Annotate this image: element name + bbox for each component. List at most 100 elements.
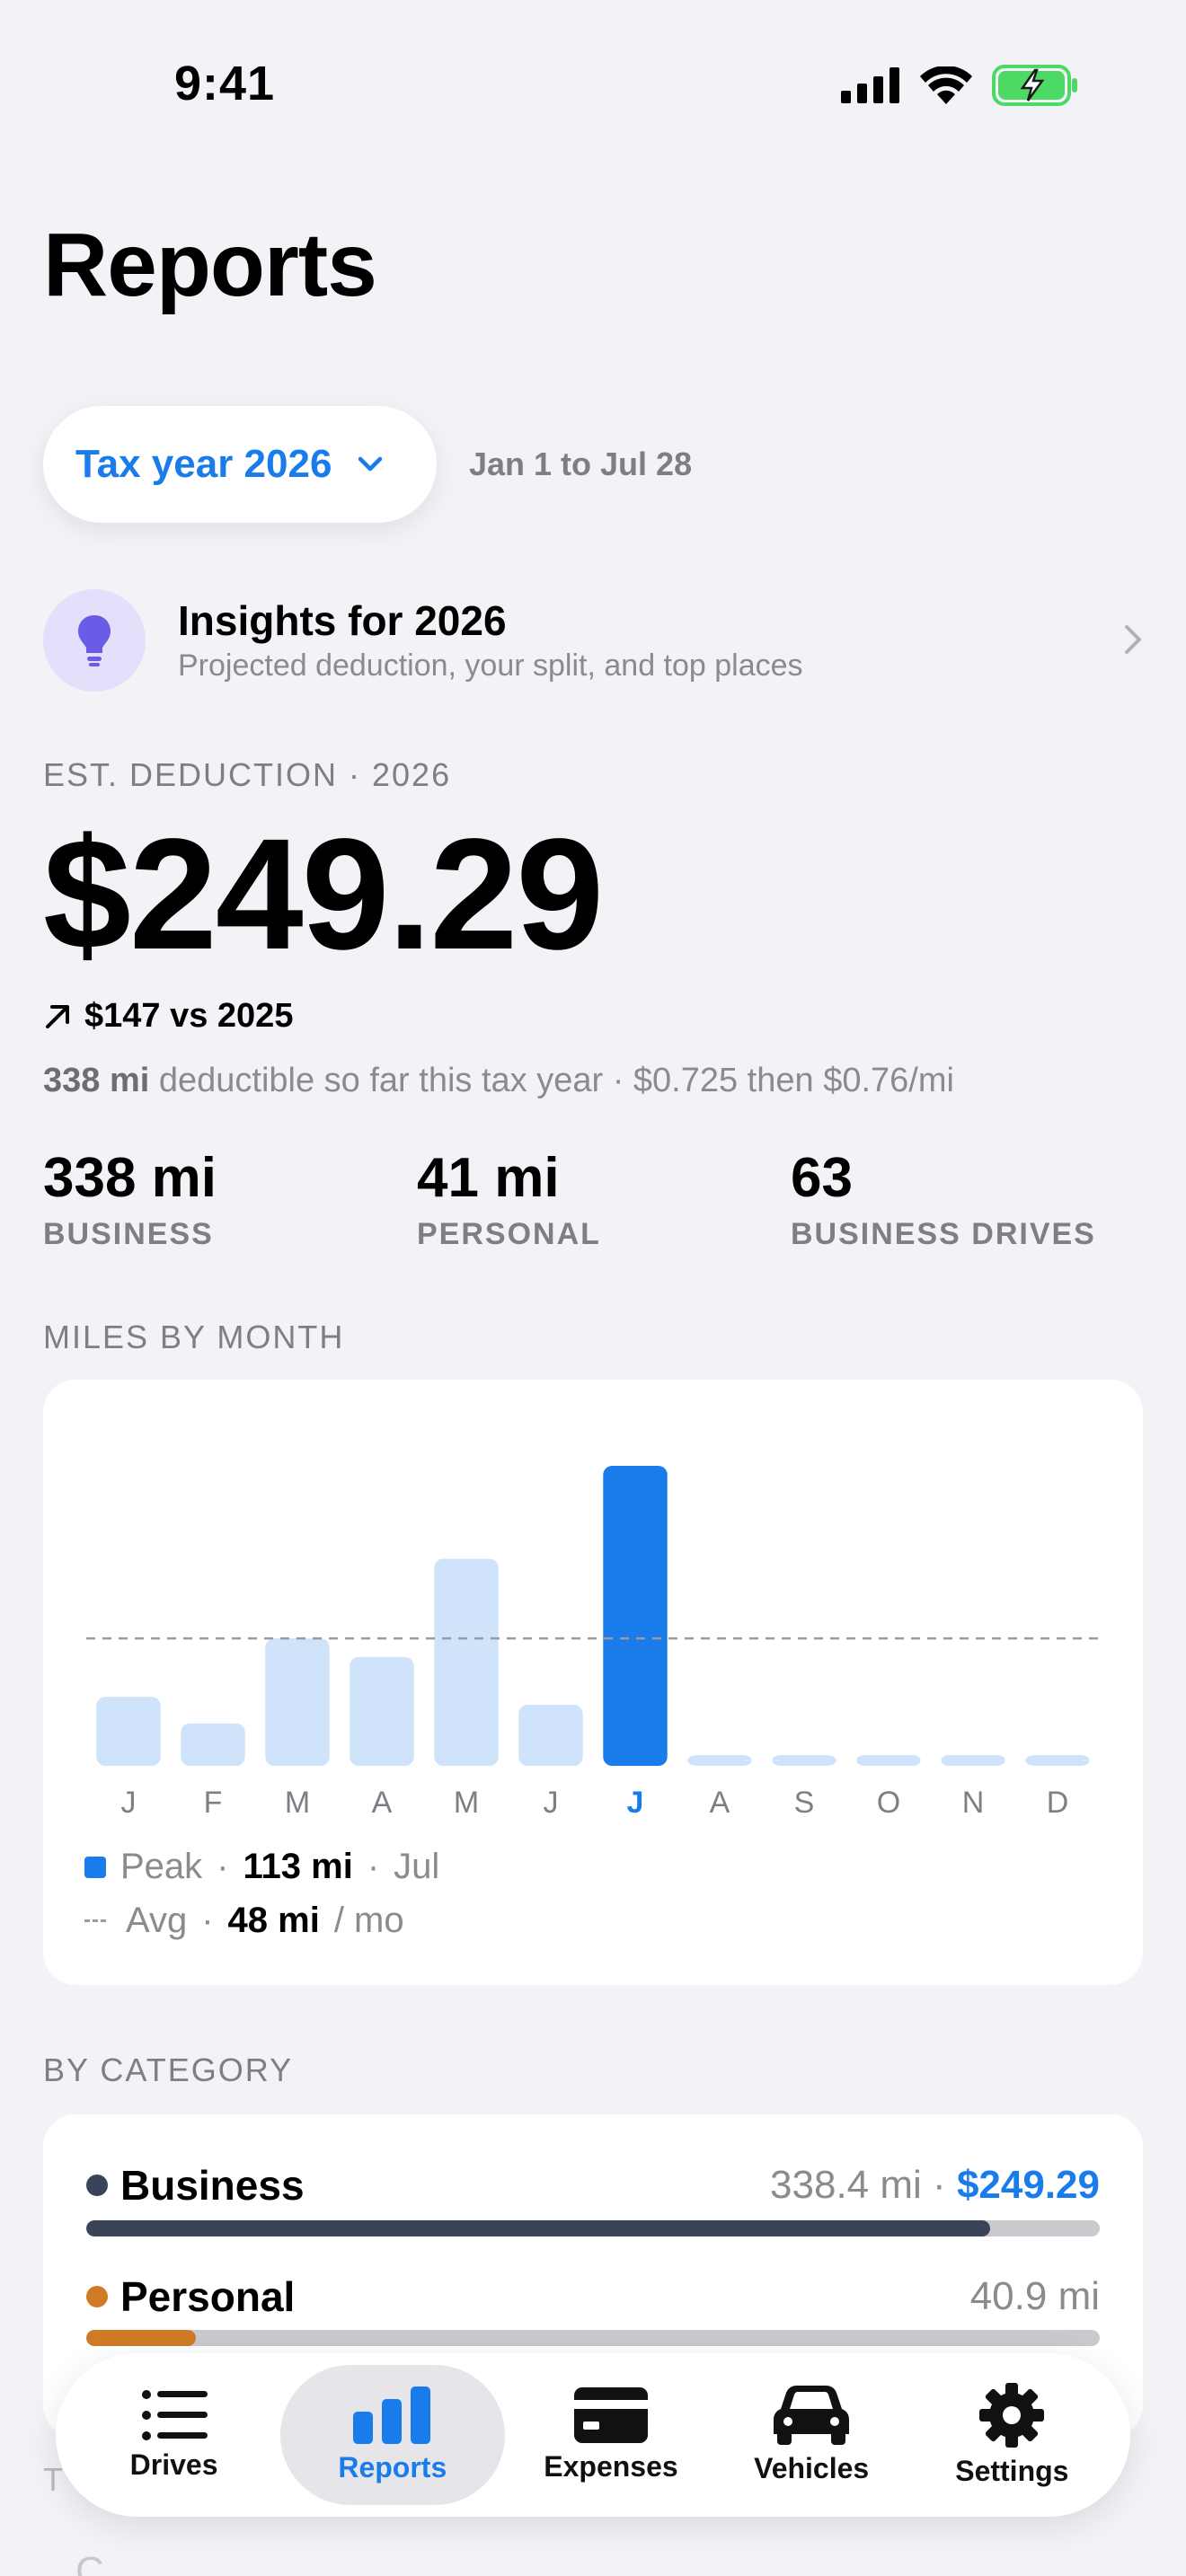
stat-value: 63: [791, 1147, 853, 1209]
deduction-section-label: EST. DEDUCTION · 2026: [43, 756, 452, 793]
legend-separator: ·: [367, 1847, 380, 1886]
category-row-personal[interactable]: Personal 40.9 mi: [86, 2272, 1100, 2321]
category-name: Personal: [86, 2272, 295, 2321]
month-bar: [603, 1466, 668, 1766]
month-tick-label: J: [121, 1786, 137, 1820]
category-value: 338.4 mi · $249.29: [770, 2163, 1100, 2208]
month-tick-label: A: [710, 1786, 730, 1820]
stat-value: 41 mi: [417, 1147, 560, 1209]
month-tick-label: O: [877, 1786, 900, 1820]
stat-business-drives: 63 BUSINESS DRIVES: [791, 1146, 1096, 1252]
month-bar: [265, 1638, 330, 1766]
battery-charging-icon: [992, 65, 1077, 106]
tab-label: Settings: [955, 2454, 1069, 2487]
category-miles: 40.9 mi: [969, 2274, 1100, 2318]
legend-avg-value: 48 mi: [227, 1901, 320, 1940]
category-section-label: BY CATEGORY: [43, 2051, 294, 2088]
category-value: 40.9 mi: [970, 2274, 1100, 2319]
legend-avg: Avg · 48 mi / mo: [84, 1901, 404, 1941]
wifi-icon: [920, 66, 972, 104]
tab-vehicles[interactable]: Vehicles: [717, 2365, 906, 2505]
bar-chart-icon: [352, 2386, 430, 2444]
tab-drives[interactable]: Drives: [80, 2365, 269, 2505]
category-label: Personal: [120, 2273, 296, 2320]
category-row-business[interactable]: Business 338.4 mi · $249.29: [86, 2161, 1100, 2210]
legend-peak: Peak · 113 mi · Jul: [84, 1847, 439, 1887]
month-bar: [687, 1755, 752, 1766]
miles-chart-card: J F M A M J J A S O N D Peak · 113 mi · Jul Avg · 4…: [43, 1380, 1143, 1985]
tab-label: Drives: [129, 2448, 218, 2481]
month-bar: [434, 1558, 499, 1766]
date-range: Jan 1 to Jul 28: [469, 446, 693, 482]
card-icon: [573, 2386, 648, 2443]
month-tick-label: J: [627, 1786, 644, 1820]
legend-avg-unit: / mo: [333, 1901, 404, 1940]
category-dot: [86, 2175, 108, 2196]
month-bar: [350, 1656, 414, 1766]
month-tick-label: A: [372, 1786, 393, 1820]
stat-business: 338 mi BUSINESS: [43, 1146, 217, 1252]
status-icons: [841, 65, 1078, 106]
category-bar-fill: [86, 2330, 196, 2346]
gear-icon: [979, 2382, 1045, 2448]
category-amount: $249.29: [956, 2163, 1100, 2207]
category-separator: ·: [933, 2163, 957, 2207]
month-tick-label: M: [454, 1786, 479, 1820]
month-tick-label: J: [544, 1786, 559, 1820]
lightbulb-icon: [43, 589, 146, 692]
month-tick-label: F: [204, 1786, 223, 1820]
tab-settings[interactable]: Settings: [917, 2365, 1106, 2505]
deduction-amount: $249.29: [43, 807, 604, 983]
legend-peak-label: Peak: [120, 1847, 203, 1886]
tax-year-selector[interactable]: Tax year 2026: [43, 406, 437, 523]
month-bar: [856, 1755, 921, 1766]
below-fold-text: C: [75, 2549, 104, 2576]
tab-expenses[interactable]: Expenses: [517, 2365, 705, 2505]
month-bar: [1025, 1755, 1090, 1766]
tab-label: Expenses: [544, 2449, 678, 2483]
category-label: Business: [120, 2162, 305, 2209]
category-bar-personal: [86, 2330, 1100, 2346]
category-dot: [86, 2286, 108, 2307]
legend-avg-label: Avg: [126, 1901, 188, 1940]
deduction-summary: 338 mi deductible so far this tax year ·…: [43, 1062, 954, 1100]
miles-by-month-chart: JFMAMJJASOND: [86, 1466, 1100, 1820]
legend-avg-swatch: [84, 1919, 106, 1922]
arrow-up-right-icon: [46, 1004, 69, 1028]
summary-rest: deductible so far this tax year · $0.725…: [149, 1062, 954, 1099]
deduction-delta: $147 vs 2025: [43, 997, 293, 1036]
chevron-down-icon: [358, 456, 383, 472]
legend-separator: ·: [217, 1847, 229, 1886]
stat-label: BUSINESS: [43, 1217, 214, 1251]
chevron-right-icon: [1125, 625, 1141, 654]
insights-title: Insights for 2026: [178, 597, 507, 644]
month-tick-label: M: [285, 1786, 310, 1820]
tab-label: Vehicles: [754, 2451, 870, 2484]
insights-subtitle: Projected deduction, your split, and top…: [178, 648, 803, 683]
legend-peak-month: Jul: [394, 1847, 440, 1886]
tab-reports[interactable]: Reports: [279, 2365, 505, 2505]
month-tick-label: S: [794, 1786, 815, 1820]
page-title: Reports: [43, 215, 377, 315]
month-tick-label: N: [962, 1786, 985, 1820]
month-bar: [941, 1755, 1005, 1766]
month-bar: [96, 1697, 161, 1766]
category-miles: 338.4 mi: [770, 2163, 922, 2207]
tab-bar: Drives Reports Expenses Vehicles Setting…: [56, 2353, 1130, 2517]
month-tick-label: D: [1047, 1786, 1069, 1820]
insights-row[interactable]: Insights for 2026 Projected deduction, y…: [43, 589, 1143, 692]
stat-label: PERSONAL: [417, 1217, 601, 1251]
legend-peak-swatch: [84, 1856, 106, 1878]
month-bar: [772, 1755, 836, 1766]
stat-label: BUSINESS DRIVES: [791, 1217, 1096, 1251]
status-time: 9:41: [174, 57, 276, 110]
summary-miles: 338 mi: [43, 1062, 150, 1099]
stat-personal: 41 mi PERSONAL: [417, 1146, 601, 1252]
category-name: Business: [86, 2161, 305, 2210]
month-bar: [518, 1705, 583, 1766]
list-icon: [141, 2389, 208, 2440]
delta-text: $147 vs 2025: [84, 997, 294, 1035]
category-bar-business: [86, 2220, 1100, 2236]
category-bar-fill: [86, 2220, 991, 2236]
tax-year-label: Tax year 2026: [75, 442, 332, 486]
